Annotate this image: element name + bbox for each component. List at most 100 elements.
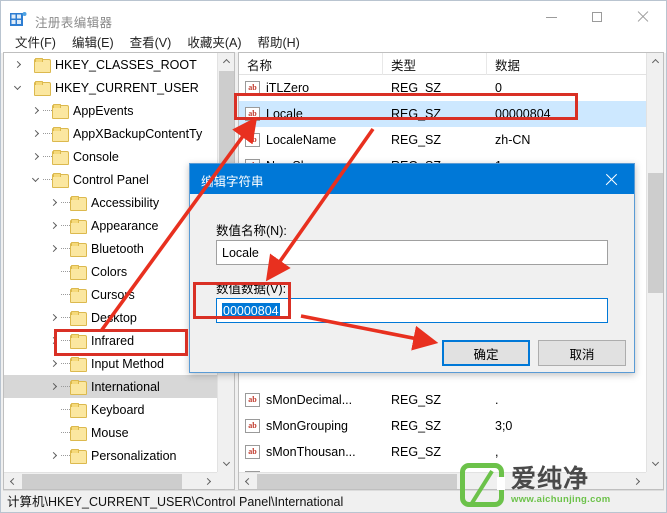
- tree-scroll-left-button[interactable]: [4, 473, 21, 489]
- tree-node-international[interactable]: International: [4, 375, 218, 398]
- registry-editor-window: 注册表编辑器 文件(F) 编辑(E) 查看(V) 收藏夹(A) 帮助(H) HK…: [0, 0, 667, 513]
- table-row[interactable]: ab sMonDecimal... REG_SZ.: [239, 387, 647, 413]
- string-value-icon: ab: [245, 393, 260, 407]
- tree-connector: [61, 363, 70, 364]
- value-data-input[interactable]: 00000804: [216, 298, 608, 323]
- tree-node-console[interactable]: Console: [4, 145, 218, 168]
- table-row[interactable]: ab LocaleName REG_SZ zh-CN: [239, 127, 647, 153]
- table-row[interactable]: ab iTLZero REG_SZ 0: [239, 75, 647, 101]
- folder-icon: [70, 356, 87, 372]
- table-row[interactable]: ab sMonGrouping REG_SZ 3;0: [239, 413, 647, 439]
- registry-tree[interactable]: HKEY_CLASSES_ROOT HKEY_CURRENT_USER AppEve…: [4, 53, 218, 472]
- chevron-right-icon[interactable]: [10, 53, 25, 76]
- cell-name: ab Locale: [239, 101, 383, 127]
- folder-icon: [52, 126, 69, 142]
- folder-icon: [70, 287, 87, 303]
- chevron-right-icon[interactable]: [46, 375, 61, 398]
- tree-node-mouse[interactable]: Mouse: [4, 421, 218, 444]
- cell-name: absNativeDigits: [239, 465, 383, 472]
- tree-node-label: Cursors: [91, 287, 135, 302]
- tree-node-keyboard[interactable]: Keyboard: [4, 398, 218, 421]
- tree-node-label: Infrared: [91, 333, 135, 348]
- tree-node-appearance[interactable]: Appearance: [4, 214, 218, 237]
- menu-edit[interactable]: 编辑(E): [64, 30, 122, 53]
- tree-node-hkey-classes-root[interactable]: HKEY_CLASSES_ROOT: [4, 53, 218, 76]
- ok-button[interactable]: 确定: [442, 340, 530, 366]
- folder-icon: [34, 80, 51, 96]
- cell-type: REG_SZ: [391, 107, 442, 121]
- values-scroll-up-button[interactable]: [647, 53, 663, 70]
- tree-node-input-method[interactable]: Input Method: [4, 352, 218, 375]
- value-name: sMonThousan...: [266, 445, 356, 459]
- dialog-close-button[interactable]: [589, 164, 634, 194]
- watermark: 爱纯净 www.aichunjing.com: [460, 460, 665, 510]
- tree-node-accessibility[interactable]: Accessibility: [4, 191, 218, 214]
- tree-scroll-up-button[interactable]: [218, 53, 234, 70]
- watermark-brand: 爱纯净: [511, 464, 590, 493]
- column-data[interactable]: 数据: [487, 53, 647, 75]
- chevron-right-icon[interactable]: [46, 352, 61, 375]
- chevron-right-icon[interactable]: [28, 99, 43, 122]
- cell-type: REG_SZ: [391, 133, 442, 147]
- menu-favorites[interactable]: 收藏夹(A): [179, 30, 249, 53]
- chevron-right-icon[interactable]: [28, 145, 43, 168]
- string-value-icon: ab: [245, 419, 260, 433]
- menu-file[interactable]: 文件(F): [7, 30, 64, 53]
- tree-node-label: AppXBackupContentTy: [73, 126, 203, 141]
- tree-node-label: Control Panel: [73, 172, 149, 187]
- tree-node-label: Mouse: [91, 425, 129, 440]
- chevron-right-icon[interactable]: [46, 191, 61, 214]
- cancel-button[interactable]: 取消: [538, 340, 626, 366]
- tree-node-control-panel[interactable]: Control Panel: [4, 168, 218, 191]
- tree-node-infrared[interactable]: Infrared: [4, 329, 218, 352]
- tree-connector: [25, 87, 34, 88]
- tree-node-hkey-current-user[interactable]: HKEY_CURRENT_USER: [4, 76, 218, 99]
- tree-connector: [61, 432, 70, 433]
- folder-icon: [70, 241, 87, 257]
- values-scroll-left-button[interactable]: [239, 473, 256, 489]
- chevron-right-icon[interactable]: [46, 306, 61, 329]
- tree-scroll-down-button[interactable]: [218, 455, 234, 472]
- chevron-right-icon[interactable]: [46, 444, 61, 467]
- tree-horizontal-scrollbar[interactable]: [4, 472, 217, 489]
- tree-scroll-right-button[interactable]: [200, 473, 217, 489]
- value-name: Locale: [266, 107, 303, 121]
- tree-scroll-corner: [217, 472, 234, 489]
- dialog-title: 编辑字符串: [201, 175, 264, 189]
- tree-hscroll-thumb[interactable]: [22, 474, 182, 489]
- watermark-url: www.aichunjing.com: [511, 493, 611, 505]
- menu-bar: 文件(F) 编辑(E) 查看(V) 收藏夹(A) 帮助(H): [1, 29, 666, 53]
- values-vertical-scrollbar[interactable]: [646, 53, 663, 472]
- tree-node-colors[interactable]: Colors: [4, 260, 218, 283]
- table-row[interactable]: ab Locale REG_SZ 00000804: [239, 101, 647, 127]
- chevron-down-icon[interactable]: [10, 76, 25, 99]
- tree-connector: [61, 294, 70, 295]
- chevron-down-icon[interactable]: [28, 168, 43, 191]
- column-name[interactable]: 名称: [239, 53, 383, 75]
- value-name-label: 数值名称(N):: [216, 224, 287, 238]
- folder-icon: [34, 57, 51, 73]
- tree-node-appxbackupcontentty[interactable]: AppXBackupContentTy: [4, 122, 218, 145]
- tree-node-cursors[interactable]: Cursors: [4, 283, 218, 306]
- value-name-input[interactable]: Locale: [216, 240, 608, 265]
- menu-view[interactable]: 查看(V): [122, 30, 180, 53]
- tree-node-bluetooth[interactable]: Bluetooth: [4, 237, 218, 260]
- tree-node-personalization[interactable]: Personalization: [4, 444, 218, 467]
- folder-icon: [70, 402, 87, 418]
- ok-button-label: 确定: [473, 347, 499, 362]
- cell-data: .: [495, 393, 499, 407]
- dialog-body: 数值名称(N): Locale 数值数据(V): 00000804 确定 取消: [190, 194, 634, 372]
- column-type[interactable]: 类型: [383, 53, 487, 75]
- tree-node-desktop[interactable]: Desktop: [4, 306, 218, 329]
- chevron-right-icon[interactable]: [46, 214, 61, 237]
- values-hscroll-thumb[interactable]: [257, 474, 457, 489]
- chevron-right-icon[interactable]: [46, 237, 61, 260]
- menu-help[interactable]: 帮助(H): [249, 30, 307, 53]
- values-column-header: 名称 类型 数据: [239, 53, 647, 75]
- tree-node-appevents[interactable]: AppEvents: [4, 99, 218, 122]
- chevron-right-icon[interactable]: [28, 122, 43, 145]
- values-vscroll-thumb[interactable]: [648, 173, 663, 293]
- cell-name: ab LocaleName: [239, 127, 383, 153]
- chevron-right-icon[interactable]: [46, 329, 61, 352]
- tree-connector: [25, 64, 34, 65]
